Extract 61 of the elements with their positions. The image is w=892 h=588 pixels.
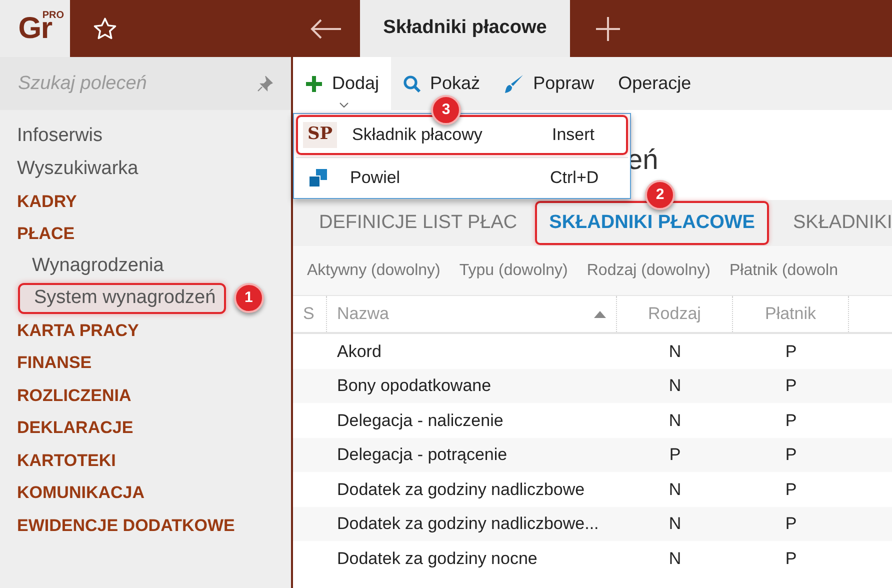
- section-tab[interactable]: DEFINICJE LIST PŁAC: [307, 202, 530, 244]
- table-cell: P: [785, 342, 797, 360]
- table-cell: N: [668, 410, 682, 430]
- table-cell: N: [668, 342, 682, 360]
- table-cell: P: [785, 410, 797, 430]
- filter-chip[interactable]: Typu (dowolny): [459, 258, 568, 282]
- toolbar-button[interactable]: Popraw: [492, 57, 606, 110]
- table-cell: P: [785, 480, 797, 498]
- plus-icon[interactable]: [595, 16, 621, 42]
- sidebar-section[interactable]: KARTOTEKI: [0, 444, 291, 476]
- app-logo: GrPRO: [0, 0, 70, 57]
- sidebar-item[interactable]: Wynagrodzenia: [18, 250, 172, 282]
- callout-badge: 3: [431, 95, 462, 125]
- copy-icon: [308, 168, 328, 188]
- table-cell: N: [668, 376, 682, 395]
- menu-item-icon: SP: [303, 122, 337, 148]
- sidebar-section[interactable]: DEKLARACJE: [0, 412, 291, 444]
- callout-badge: 2: [644, 180, 675, 210]
- table-cell: N: [668, 480, 682, 498]
- table-cell: Delegacja - potrącenie: [337, 445, 508, 464]
- table-cell: Bony opodatkowane: [337, 376, 492, 395]
- callout-badge: 1: [234, 283, 264, 313]
- filter-chip[interactable]: Płatnik (dowoln: [729, 258, 838, 282]
- menu-item[interactable]: SP Składnik płacowy Insert: [296, 115, 628, 155]
- sidebar-section[interactable]: KADRY: [0, 185, 291, 218]
- sidebar-section[interactable]: ROZLICZENIA: [0, 379, 291, 412]
- table-cell: Delegacja - naliczenie: [337, 410, 504, 430]
- table-cell: P: [785, 445, 797, 464]
- search-icon: [403, 74, 422, 92]
- section-tab[interactable]: SKŁADNIKI PŁACOWE: [535, 200, 769, 246]
- table-cell: P: [669, 445, 681, 464]
- table-cell: Dodatek za godziny nadliczbowe: [337, 480, 585, 498]
- sidebar-link[interactable]: Infoserwis: [0, 120, 291, 152]
- window-tab[interactable]: Składniki płacowe: [360, 0, 570, 57]
- table-cell: Dodatek za godziny nadliczbowe...: [337, 514, 599, 533]
- filter-chip[interactable]: Aktywny (dowolny): [307, 258, 440, 282]
- sidebar-section[interactable]: KARTA PRACY: [0, 314, 291, 346]
- table-cell: Dodatek za godziny nocne: [337, 548, 538, 568]
- sidebar-section[interactable]: EWIDENCJE DODATKOWE: [0, 509, 291, 542]
- table-cell: Akord: [337, 342, 382, 360]
- menu-item[interactable]: Powiel Ctrl+D: [296, 157, 628, 197]
- back-arrow-icon[interactable]: [310, 18, 342, 38]
- table-cell: P: [785, 514, 797, 533]
- table-cell: P: [785, 548, 797, 568]
- pin-icon[interactable]: [257, 76, 273, 92]
- star-icon[interactable]: [92, 16, 118, 42]
- filter-chip[interactable]: Rodzaj (dowolny): [586, 258, 710, 282]
- sidebar-section[interactable]: FINANSE: [0, 346, 291, 379]
- toolbar-button[interactable]: Dodaj: [293, 57, 392, 110]
- sidebar-item[interactable]: System wynagrodzeń: [18, 282, 226, 314]
- sidebar-section[interactable]: PŁACE: [0, 218, 291, 250]
- sidebar-section[interactable]: KOMUNIKACJA: [0, 476, 291, 509]
- plus-icon: [305, 74, 323, 92]
- section-tab[interactable]: SKŁADNIKI: [780, 202, 892, 244]
- table-cell: N: [668, 514, 682, 533]
- brush-icon: [504, 74, 524, 94]
- sidebar-link[interactable]: Wyszukiwarka: [0, 152, 291, 185]
- toolbar-button[interactable]: Operacje: [606, 57, 704, 110]
- chevron-down-icon: [339, 102, 349, 108]
- table-cell: N: [668, 548, 682, 568]
- table-cell: P: [785, 376, 797, 395]
